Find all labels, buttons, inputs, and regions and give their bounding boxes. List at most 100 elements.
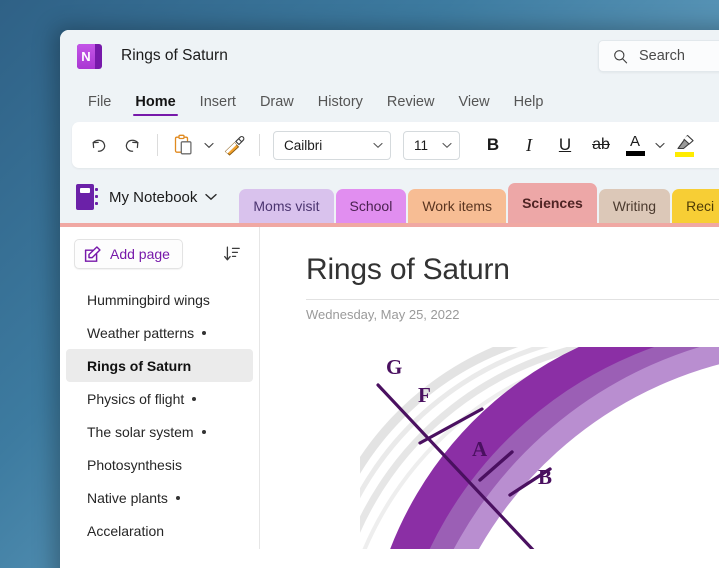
sort-descending-icon	[223, 245, 241, 263]
redo-button[interactable]	[116, 129, 148, 161]
font-family-value: Cailbri	[284, 138, 322, 153]
section-tab-recipes[interactable]: Reci	[672, 189, 719, 223]
app-icon-letter: N	[77, 44, 95, 69]
subpage-indicator-dot	[176, 496, 180, 500]
format-painter-button[interactable]	[218, 129, 250, 161]
page-item-label: The solar system	[87, 424, 194, 440]
ribbon-tab-help[interactable]: Help	[502, 82, 556, 122]
note-canvas[interactable]: Rings of Saturn Wednesday, May 25, 2022	[260, 227, 719, 549]
onenote-icon: N	[77, 44, 102, 69]
ribbon-tab-file[interactable]: File	[76, 82, 123, 122]
notebook-picker[interactable]: My Notebook	[76, 175, 217, 223]
redo-icon	[122, 135, 143, 156]
subpage-indicator-dot	[202, 430, 206, 434]
ribbon-tab-insert[interactable]: Insert	[188, 82, 248, 122]
page-item-photosynthesis[interactable]: Photosynthesis	[66, 448, 253, 481]
undo-button[interactable]	[82, 129, 114, 161]
paste-button[interactable]	[167, 129, 199, 161]
page-item-label: Accelaration	[87, 523, 164, 539]
notebook-bar: My Notebook Moms visit School Work items…	[60, 175, 719, 223]
workspace: Add page Hummingbird wings Weather patte…	[60, 223, 719, 549]
page-item-physics-of-flight[interactable]: Physics of flight	[66, 382, 253, 415]
page-item-label: Physics of flight	[87, 391, 184, 407]
sort-pages-button[interactable]	[219, 241, 245, 267]
bold-button[interactable]: B	[476, 129, 510, 161]
paste-icon	[173, 134, 194, 156]
underline-button[interactable]: U	[548, 129, 582, 161]
paste-options-caret[interactable]	[201, 129, 216, 161]
subpage-indicator-dot	[202, 331, 206, 335]
ribbon-tab-view[interactable]: View	[446, 82, 501, 122]
saturn-rings-graphic	[360, 347, 719, 549]
italic-button[interactable]: I	[512, 129, 546, 161]
page-item-label: Native plants	[87, 490, 168, 506]
page-item-native-plants[interactable]: Native plants	[66, 481, 253, 514]
strikethrough-button[interactable]: ab	[584, 129, 618, 161]
highlight-button[interactable]	[669, 129, 699, 161]
add-page-label: Add page	[110, 246, 170, 262]
note-title-divider	[306, 299, 719, 300]
section-tab-moms-visit[interactable]: Moms visit	[239, 189, 333, 223]
page-item-accelaration[interactable]: Accelaration	[66, 514, 253, 547]
toolbar-container: Cailbri 11 B I U ab A	[60, 122, 719, 175]
note-title[interactable]: Rings of Saturn	[306, 253, 510, 287]
font-color-label: A	[630, 134, 640, 149]
ribbon-tab-bar: File Home Insert Draw History Review Vie…	[60, 82, 719, 122]
chevron-down-icon	[655, 142, 665, 149]
search-input[interactable]: Search	[598, 40, 719, 72]
ribbon-tab-home[interactable]: Home	[123, 82, 187, 122]
toolbar-divider-1	[157, 134, 158, 156]
new-page-edit-icon	[84, 246, 101, 263]
ring-label-f: F	[418, 383, 431, 408]
highlighter-icon	[674, 134, 695, 151]
page-item-label: Weather patterns	[87, 325, 194, 341]
subpage-indicator-dot	[192, 397, 196, 401]
section-tab-writing[interactable]: Writing	[599, 189, 670, 223]
chevron-down-icon	[373, 142, 383, 149]
highlight-color-swatch	[675, 152, 694, 157]
formatting-toolbar: Cailbri 11 B I U ab A	[72, 122, 719, 168]
pages-pane: Add page Hummingbird wings Weather patte…	[60, 227, 260, 549]
page-item-label: Hummingbird wings	[87, 292, 210, 308]
font-family-select[interactable]: Cailbri	[273, 131, 391, 160]
font-color-swatch	[626, 151, 645, 156]
ribbon-tab-history[interactable]: History	[306, 82, 375, 122]
notebook-icon	[76, 184, 98, 210]
add-page-button[interactable]: Add page	[74, 239, 183, 269]
saturn-rings-diagram[interactable]: G F A B	[360, 347, 719, 549]
chevron-down-icon	[442, 142, 452, 149]
section-tab-bar: Moms visit School Work items Sciences Wr…	[239, 175, 719, 223]
ring-label-b: B	[538, 465, 552, 490]
notebook-name: My Notebook	[109, 189, 197, 206]
ribbon-tab-review[interactable]: Review	[375, 82, 447, 122]
toolbar-divider-2	[259, 134, 260, 156]
section-tab-sciences[interactable]: Sciences	[508, 183, 597, 223]
onenote-window: N Rings of Saturn Search File Home Inser…	[60, 30, 719, 568]
section-tab-work-items[interactable]: Work items	[408, 189, 506, 223]
page-item-rings-of-saturn[interactable]: Rings of Saturn	[66, 349, 253, 382]
search-placeholder: Search	[639, 48, 685, 64]
ribbon-tab-draw[interactable]: Draw	[248, 82, 306, 122]
font-size-select[interactable]: 11	[403, 131, 460, 160]
note-date[interactable]: Wednesday, May 25, 2022	[306, 307, 459, 322]
section-tab-school[interactable]: School	[336, 189, 407, 223]
page-item-hummingbird-wings[interactable]: Hummingbird wings	[66, 283, 253, 316]
page-item-the-solar-system[interactable]: The solar system	[66, 415, 253, 448]
page-item-weather-patterns[interactable]: Weather patterns	[66, 316, 253, 349]
notebook-caret[interactable]	[205, 193, 217, 201]
ring-label-a: A	[472, 437, 487, 462]
pages-pane-header: Add page	[60, 237, 259, 271]
format-painter-icon	[223, 134, 246, 156]
document-title: Rings of Saturn	[121, 47, 228, 65]
undo-icon	[88, 135, 109, 156]
search-icon	[613, 49, 628, 64]
chevron-down-icon	[205, 193, 217, 201]
font-color-caret[interactable]	[652, 129, 667, 161]
page-item-label: Photosynthesis	[87, 457, 182, 473]
font-color-button[interactable]: A	[620, 129, 650, 161]
page-item-label: Rings of Saturn	[87, 358, 191, 374]
title-bar: N Rings of Saturn Search	[60, 30, 719, 82]
ring-label-g: G	[386, 355, 402, 380]
page-list: Hummingbird wings Weather patterns Rings…	[60, 283, 259, 547]
font-size-value: 11	[414, 138, 428, 153]
